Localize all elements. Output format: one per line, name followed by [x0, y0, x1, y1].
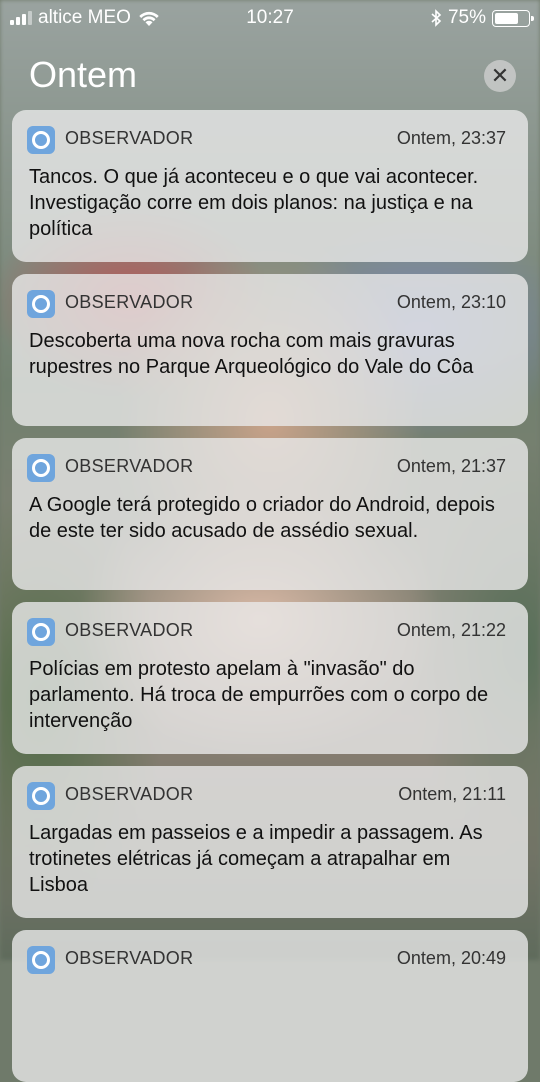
notification-card[interactable]: OBSERVADOR Ontem, 23:10 Descoberta uma nov… [12, 274, 528, 426]
notification-app-name: OBSERVADOR [65, 456, 194, 476]
notification-time: Ontem, 20:49 [396, 948, 506, 968]
notification-time: Ontem, 21:37 [396, 456, 506, 476]
notification-text: Tancos. O que já aconteceu e o que vai a… [29, 166, 479, 240]
battery-icon [492, 9, 534, 27]
notification-app-name: OBSERVADOR [65, 620, 194, 640]
notification-app-name: OBSERVADOR [65, 784, 194, 804]
bluetooth-icon [431, 9, 442, 27]
battery-percent: 75% [447, 7, 486, 28]
observador-app-icon [27, 454, 55, 482]
observador-app-icon [27, 126, 55, 154]
observador-app-icon [27, 782, 55, 810]
notification-app-name: OBSERVADOR [65, 948, 194, 968]
notification-time: Ontem, 23:37 [396, 128, 506, 148]
notification-card[interactable]: OBSERVADOR Ontem, 23:37 Tancos. O que já a… [12, 110, 528, 262]
clear-notifications-button[interactable]: ✕ [484, 60, 516, 92]
observador-app-icon [27, 946, 55, 974]
close-icon: ✕ [490, 63, 510, 88]
notification-time: Ontem, 21:11 [398, 784, 506, 804]
notification-card[interactable]: OBSERVADOR Ontem, 21:22 Polícias em protes… [12, 602, 528, 754]
notification-time: Ontem, 23:10 [396, 292, 506, 312]
notification-text: Polícias em protesto apelam à "invasão" … [29, 658, 489, 732]
notification-card[interactable]: OBSERVADOR Ontem, 20:49 [12, 930, 528, 1082]
status-right: 75% [430, 7, 534, 29]
observador-app-icon [27, 290, 55, 318]
section-title: Ontem [29, 54, 138, 95]
notification-text: Largadas em passeios e a impedir a passa… [29, 822, 483, 896]
notification-card[interactable]: OBSERVADOR Ontem, 21:37 A Google terá prot… [12, 438, 528, 590]
notification-card[interactable]: OBSERVADOR Ontem, 21:11 Largadas em passei… [12, 766, 528, 918]
notification-text: A Google terá protegido o criador do And… [29, 494, 495, 542]
observador-app-icon [27, 618, 55, 646]
notification-app-name: OBSERVADOR [65, 128, 194, 148]
notification-time: Ontem, 21:22 [396, 620, 506, 640]
battery-level [495, 12, 518, 24]
status-bar: altice MEO 10:27 75% [0, 0, 540, 36]
notification-text: Descoberta uma nova rocha com mais gravu… [29, 330, 474, 378]
notification-app-name: OBSERVADOR [65, 292, 194, 312]
